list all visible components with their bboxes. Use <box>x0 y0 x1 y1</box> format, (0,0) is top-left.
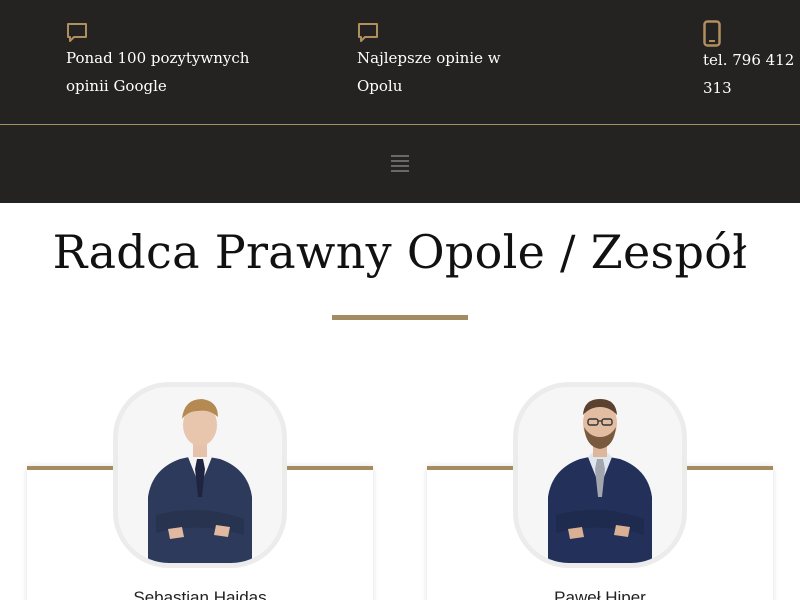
top-item-best-reviews: Najlepsze opinie w Opolu <box>357 22 557 102</box>
top-item-phone[interactable]: tel. 796 412 313 <box>703 20 798 106</box>
chat-bubble-icon <box>67 23 87 42</box>
team-member-photo[interactable] <box>513 382 687 568</box>
team-member-name[interactable]: Sebastian Hajdas <box>27 588 373 600</box>
top-item-line: Opolu <box>357 77 403 95</box>
page-title: Radca Prawny Opole / Zespół <box>52 225 748 279</box>
menu-line <box>391 165 409 167</box>
team-member-photo[interactable] <box>113 382 287 568</box>
chat-bubble-icon <box>358 23 378 42</box>
top-item-text: Ponad 100 pozytywnych opinii Google <box>66 44 249 100</box>
phone-line[interactable]: tel. 796 412 <box>703 46 794 74</box>
team-member-name[interactable]: Paweł Hiper <box>427 588 773 600</box>
mobile-phone-icon <box>703 20 721 47</box>
menu-line <box>391 160 409 162</box>
person-portrait-icon <box>518 387 682 563</box>
top-item-line: Ponad 100 pozytywnych <box>66 49 250 67</box>
person-portrait-icon <box>118 387 282 563</box>
hamburger-menu-icon[interactable] <box>388 151 412 175</box>
top-item-google-reviews: Ponad 100 pozytywnych opinii Google <box>66 22 266 102</box>
top-item-text: Najlepsze opinie w Opolu <box>357 44 501 100</box>
navigation-bar <box>0 125 800 203</box>
title-underline <box>332 315 468 320</box>
top-info-bar: Ponad 100 pozytywnych opinii Google Najl… <box>0 0 800 124</box>
phone-number[interactable]: tel. 796 412 313 <box>703 46 794 102</box>
top-item-line: opinii Google <box>66 77 167 95</box>
phone-line[interactable]: 313 <box>703 74 794 102</box>
menu-line <box>391 170 409 172</box>
top-item-line: Najlepsze opinie w <box>357 49 501 67</box>
menu-line <box>391 155 409 157</box>
